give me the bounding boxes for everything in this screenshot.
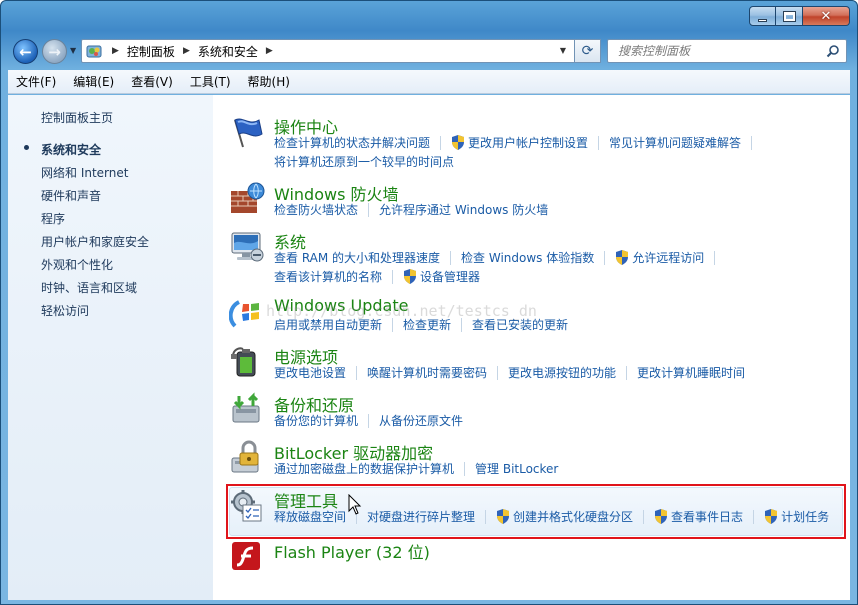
link-disk-cleanup[interactable]: 释放磁盘空间	[274, 508, 346, 525]
link-backup-computer[interactable]: 备份您的计算机	[274, 412, 358, 429]
bullet-icon	[24, 145, 29, 150]
link-divider	[464, 461, 466, 476]
back-button[interactable]: ←	[13, 39, 38, 64]
link-check-status[interactable]: 检查计算机的状态并解决问题	[274, 134, 430, 151]
uac-shield-icon	[616, 250, 629, 265]
history-dropdown-icon[interactable]: ▼	[70, 46, 76, 55]
link-divider	[485, 509, 487, 524]
link-divider	[714, 250, 716, 265]
link-label: 计划任务	[781, 510, 830, 524]
breadcrumb-separator-icon: ▶	[182, 46, 190, 56]
control-panel-icon	[86, 45, 102, 58]
sidebar-item-ease-of-access[interactable]: 轻松访问	[41, 302, 149, 325]
link-ram-processor[interactable]: 查看 RAM 的大小和处理器速度	[274, 249, 440, 266]
link-sleep-time[interactable]: 更改计算机睡眠时间	[637, 364, 745, 381]
link-row: 将计算机还原到一个较早的时间点	[274, 153, 454, 170]
mouse-cursor-icon	[348, 494, 362, 515]
control-panel-window: ✕ ← → ▼ ▶ 控制面板 ▶ 系统和安全 ▶ ▼ ⟳ 搜索控制面板 文件(F…	[0, 0, 858, 605]
breadcrumb-control-panel[interactable]: 控制面板	[127, 43, 175, 60]
link-row: 查看 RAM 的大小和处理器速度 检查 Windows 体验指数 允许远程访问	[274, 249, 725, 266]
link-divider	[643, 509, 645, 524]
breadcrumb-separator-icon: ▶	[112, 46, 119, 56]
link-divider	[440, 135, 442, 150]
menu-view[interactable]: 查看(V)	[131, 73, 173, 90]
link-divider	[753, 509, 755, 524]
navigation-pane: 控制面板主页 系统和安全 网络和 Internet 硬件和声音 程序 用户帐户和…	[8, 95, 213, 600]
uac-shield-icon	[765, 509, 778, 524]
forward-button[interactable]: →	[42, 39, 67, 64]
link-create-partitions[interactable]: 创建并格式化硬盘分区	[496, 508, 633, 525]
link-uac-settings[interactable]: 更改用户帐户控制设置	[451, 134, 588, 151]
link-wakeup-password[interactable]: 唤醒计算机时需要密码	[367, 364, 487, 381]
link-row: 更改电池设置 唤醒计算机时需要密码 更改电源按钮的功能 更改计算机睡眠时间	[274, 364, 745, 381]
windows-update-icon	[229, 300, 259, 328]
sidebar-item-label: 系统和安全	[41, 143, 102, 157]
link-label: 更改用户帐户控制设置	[468, 136, 589, 150]
link-event-logs[interactable]: 查看事件日志	[654, 508, 743, 525]
bitlocker-icon	[231, 440, 259, 473]
link-divider	[751, 135, 753, 150]
link-label: 允许远程访问	[632, 251, 705, 265]
link-manage-bitlocker[interactable]: 管理 BitLocker	[475, 460, 558, 477]
link-defragment[interactable]: 对硬盘进行碎片整理	[367, 508, 475, 525]
sidebar-item-hardware-sound[interactable]: 硬件和声音	[41, 187, 149, 210]
link-power-buttons[interactable]: 更改电源按钮的功能	[508, 364, 616, 381]
link-label: 查看事件日志	[671, 510, 744, 524]
category-nav-list: 系统和安全 网络和 Internet 硬件和声音 程序 用户帐户和家庭安全 外观…	[24, 141, 149, 325]
link-row: 检查防火墙状态 允许程序通过 Windows 防火墙	[274, 201, 548, 218]
link-allow-program[interactable]: 允许程序通过 Windows 防火墙	[379, 201, 548, 218]
link-scheduled-tasks[interactable]: 计划任务	[764, 508, 829, 525]
sidebar-item-network-internet[interactable]: 网络和 Internet	[41, 164, 149, 187]
power-options-icon	[231, 347, 256, 377]
link-troubleshoot[interactable]: 常见计算机问题疑难解答	[609, 134, 741, 151]
sidebar-item-appearance[interactable]: 外观和个性化	[41, 256, 149, 279]
uac-shield-icon	[497, 509, 510, 524]
link-remote-access[interactable]: 允许远程访问	[615, 249, 704, 266]
link-row: 通过加密磁盘上的数据保护计算机 管理 BitLocker	[274, 460, 558, 477]
watermark-text: http://blog.csdn.net/testcs_dn	[266, 302, 537, 320]
link-row: 备份您的计算机 从备份还原文件	[274, 412, 463, 429]
link-battery-settings[interactable]: 更改电池设置	[274, 364, 346, 381]
link-device-manager[interactable]: 设备管理器	[403, 268, 480, 285]
link-computer-name[interactable]: 查看该计算机的名称	[274, 268, 382, 285]
flag-icon	[234, 118, 263, 148]
link-divider	[626, 365, 628, 380]
link-system-restore[interactable]: 将计算机还原到一个较早的时间点	[274, 153, 454, 170]
link-row: 检查计算机的状态并解决问题 更改用户帐户控制设置 常见计算机问题疑难解答	[274, 134, 762, 151]
link-divider	[497, 365, 499, 380]
link-label: 设备管理器	[420, 270, 481, 284]
control-panel-home-link[interactable]: 控制面板主页	[41, 109, 113, 126]
link-experience-index[interactable]: 检查 Windows 体验指数	[461, 249, 594, 266]
menu-file[interactable]: 文件(F)	[16, 73, 56, 90]
link-encrypt-disk[interactable]: 通过加密磁盘上的数据保护计算机	[274, 460, 454, 477]
link-divider	[368, 413, 370, 428]
link-divider	[392, 269, 394, 284]
menu-edit[interactable]: 编辑(E)	[73, 73, 114, 90]
admin-tools-icon	[231, 490, 262, 522]
link-firewall-status[interactable]: 检查防火墙状态	[274, 201, 358, 218]
link-divider	[604, 250, 606, 265]
uac-shield-icon	[452, 135, 465, 150]
backup-restore-icon	[232, 392, 260, 423]
link-row: 查看该计算机的名称 设备管理器	[274, 268, 480, 285]
link-divider	[598, 135, 600, 150]
link-divider	[356, 365, 358, 380]
system-icon	[231, 232, 264, 262]
category-title[interactable]: Flash Player (32 位)	[274, 539, 430, 563]
back-arrow-icon: ←	[19, 42, 32, 61]
firewall-icon	[231, 182, 265, 213]
uac-shield-icon	[655, 509, 668, 524]
link-label: 创建并格式化硬盘分区	[513, 510, 634, 524]
sidebar-item-system-security[interactable]: 系统和安全	[24, 141, 149, 164]
link-divider	[450, 250, 452, 265]
sidebar-item-user-accounts[interactable]: 用户帐户和家庭安全	[41, 233, 149, 256]
link-divider	[368, 202, 370, 217]
forward-arrow-icon: →	[48, 42, 61, 61]
uac-shield-icon	[404, 269, 417, 284]
sidebar-item-clock-language[interactable]: 时钟、语言和区域	[41, 279, 149, 302]
sidebar-item-programs[interactable]: 程序	[41, 210, 149, 233]
flash-player-icon	[232, 542, 260, 570]
link-restore-files[interactable]: 从备份还原文件	[379, 412, 463, 429]
